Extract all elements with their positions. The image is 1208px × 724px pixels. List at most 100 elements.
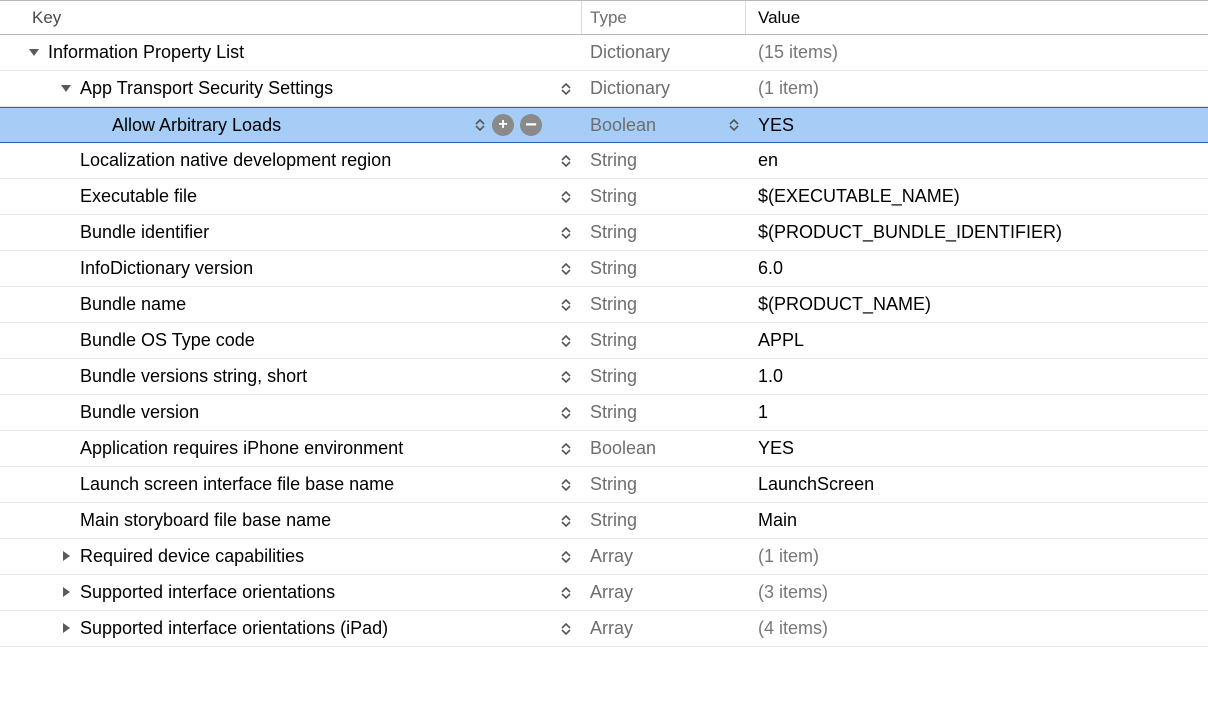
type-cell[interactable]: Array [582,582,746,603]
remove-row-button[interactable]: − [520,114,542,136]
key-cell[interactable]: Bundle version [0,402,582,423]
type-label: String [590,474,637,495]
value-cell[interactable]: (1 item) [746,546,1208,567]
key-cell[interactable]: Executable file [0,186,582,207]
plist-row[interactable]: Bundle identifier String $(PRODUCT_BUNDLE_… [0,215,1208,251]
key-stepper-icon[interactable] [560,83,572,95]
type-cell[interactable]: Boolean [582,115,746,136]
value-cell[interactable]: en [746,150,1208,171]
key-cell[interactable]: Information Property List [0,42,582,63]
plist-row[interactable]: Bundle nameString $(PRODUCT_NAME) [0,287,1208,323]
plist-row[interactable]: Bundle versionString1 [0,395,1208,431]
value-cell[interactable]: YES [746,438,1208,459]
value-cell[interactable]: Main [746,510,1208,531]
key-stepper-icon[interactable] [560,479,572,491]
plist-row[interactable]: Localization native development regionSt… [0,143,1208,179]
value-cell[interactable]: $(EXECUTABLE_NAME) [746,186,1208,207]
key-cell[interactable]: Supported interface orientations (iPad) [0,618,582,639]
type-cell[interactable]: String [582,150,746,171]
add-row-button[interactable]: + [492,114,514,136]
key-stepper-icon[interactable] [560,587,572,599]
disclosure-closed-icon[interactable] [60,586,74,600]
plist-row[interactable]: Allow Arbitrary Loads+−BooleanYES [0,107,1208,143]
type-cell[interactable]: String [582,510,746,531]
plist-row[interactable]: Bundle OS Type codeStringAPPL [0,323,1208,359]
key-stepper-icon[interactable] [560,407,572,419]
key-stepper-icon[interactable] [560,371,572,383]
header-value[interactable]: Value [746,1,1208,34]
header-type[interactable]: Type [582,1,746,34]
type-cell[interactable]: String [582,294,746,315]
key-cell[interactable]: Launch screen interface file base name [0,474,582,495]
key-stepper-icon[interactable] [560,191,572,203]
value-cell[interactable]: 1.0 [746,366,1208,387]
value-cell[interactable]: $(PRODUCT_NAME) [746,294,1208,315]
value-label: $(PRODUCT_NAME) [758,294,931,315]
plist-row[interactable]: Required device capabilities Array(1 item… [0,539,1208,575]
key-cell[interactable]: Bundle OS Type code [0,330,582,351]
value-cell[interactable]: APPL [746,330,1208,351]
key-cell[interactable]: Bundle name [0,294,582,315]
value-cell[interactable]: (4 items) [746,618,1208,639]
value-cell[interactable]: YES [746,115,1208,136]
key-stepper-icon[interactable] [560,443,572,455]
value-cell[interactable]: LaunchScreen [746,474,1208,495]
key-stepper-icon[interactable] [474,119,486,131]
disclosure-open-icon[interactable] [28,46,42,60]
key-cell[interactable]: Supported interface orientations [0,582,582,603]
type-cell[interactable]: String [582,258,746,279]
type-label: String [590,222,637,243]
key-label: Required device capabilities [80,546,304,567]
header-key[interactable]: Key [0,1,582,34]
type-cell[interactable]: String [582,474,746,495]
key-cell[interactable]: Bundle identifier [0,222,582,243]
value-cell[interactable]: (15 items) [746,42,1208,63]
plist-row[interactable]: Supported interface orientations Array(3 … [0,575,1208,611]
type-cell[interactable]: String [582,186,746,207]
disclosure-closed-icon[interactable] [60,550,74,564]
key-cell[interactable]: InfoDictionary version [0,258,582,279]
key-cell[interactable]: Bundle versions string, short [0,366,582,387]
key-stepper-icon[interactable] [560,551,572,563]
plist-row[interactable]: Main storyboard file base nameStringMain [0,503,1208,539]
type-cell[interactable]: String [582,366,746,387]
plist-row[interactable]: App Transport Security SettingsDictionar… [0,71,1208,107]
key-cell[interactable]: Application requires iPhone environment [0,438,582,459]
key-stepper-icon[interactable] [560,263,572,275]
type-stepper-icon[interactable] [728,119,740,131]
plist-row[interactable]: Supported interface orientations (iPad)A… [0,611,1208,647]
plist-row[interactable]: Executable fileString$(EXECUTABLE_NAME) [0,179,1208,215]
value-cell[interactable]: $(PRODUCT_BUNDLE_IDENTIFIER) [746,222,1208,243]
key-stepper-icon[interactable] [560,299,572,311]
key-stepper-icon[interactable] [560,515,572,527]
key-label: Supported interface orientations [80,582,335,603]
plist-row[interactable]: Launch screen interface file base name St… [0,467,1208,503]
type-cell[interactable]: String [582,222,746,243]
key-cell[interactable]: Required device capabilities [0,546,582,567]
type-cell[interactable]: String [582,330,746,351]
key-stepper-icon[interactable] [560,623,572,635]
type-cell[interactable]: Boolean [582,438,746,459]
type-cell[interactable]: Array [582,618,746,639]
type-cell[interactable]: Dictionary [582,42,746,63]
value-cell[interactable]: 1 [746,402,1208,423]
value-cell[interactable]: (1 item) [746,78,1208,99]
plist-row[interactable]: Application requires iPhone environmentB… [0,431,1208,467]
plist-row[interactable]: Bundle versions string, shortString1.0 [0,359,1208,395]
plist-row[interactable]: InfoDictionary versionString6.0 [0,251,1208,287]
key-cell[interactable]: Localization native development region [0,150,582,171]
key-stepper-icon[interactable] [560,335,572,347]
disclosure-open-icon[interactable] [60,82,74,96]
key-stepper-icon[interactable] [560,155,572,167]
key-cell[interactable]: Main storyboard file base name [0,510,582,531]
value-cell[interactable]: 6.0 [746,258,1208,279]
plist-row[interactable]: Information Property ListDictionary(15 i… [0,35,1208,71]
key-cell[interactable]: App Transport Security Settings [0,78,582,99]
value-cell[interactable]: (3 items) [746,582,1208,603]
disclosure-closed-icon[interactable] [60,622,74,636]
type-cell[interactable]: String [582,402,746,423]
type-cell[interactable]: Array [582,546,746,567]
key-cell[interactable]: Allow Arbitrary Loads+− [0,115,582,136]
key-stepper-icon[interactable] [560,227,572,239]
type-cell[interactable]: Dictionary [582,78,746,99]
